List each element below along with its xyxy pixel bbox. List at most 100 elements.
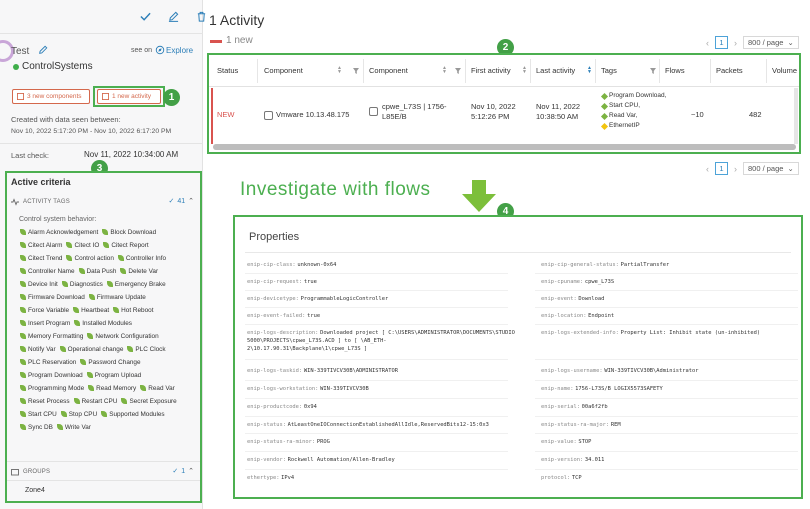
filter-icon[interactable]	[353, 68, 359, 74]
row-divider	[535, 273, 798, 274]
scrollbar-thumb[interactable]	[213, 144, 796, 150]
sort-icon[interactable]: ▲ ▼	[442, 66, 447, 75]
criteria-tag: Diagnostics	[61, 279, 103, 289]
explore-icon[interactable]	[155, 45, 165, 55]
groups-count-value: 1	[181, 467, 186, 475]
property-value: true	[307, 313, 321, 319]
row-flows: ~10	[691, 110, 704, 119]
criteria-tag: Memory Formatting	[20, 331, 83, 341]
tag-label: Installed Modules	[82, 319, 132, 327]
property-value: 5000\PROJECTS\cpwe_L73S.ACD ] to [ \AB_E…	[247, 338, 387, 344]
leaf-icon	[20, 255, 26, 261]
property-key: enip-logs-username:	[541, 368, 603, 374]
page-size-select[interactable]: 800 / page ⌄	[743, 162, 799, 175]
tag-label: Heartbeat	[81, 306, 110, 314]
leaf-icon	[88, 385, 95, 391]
sort-icon[interactable]: ▲ ▼	[522, 66, 527, 75]
row-divider	[535, 469, 798, 470]
sort-icon[interactable]: ▲ ▼	[337, 66, 342, 75]
col-component-2[interactable]: Component	[369, 66, 408, 75]
row-component-2[interactable]: cpwe_L73S | 1756- L85E/B	[369, 102, 447, 122]
arrow-down-icon	[462, 180, 496, 212]
property-row: enip-version: 34.011	[541, 456, 604, 464]
sort-icon[interactable]: ▲ ▼	[587, 66, 592, 75]
trash-icon[interactable]	[194, 9, 208, 23]
property-row: 5000\PROJECTS\cpwe_L73S.ACD ] to [ \AB_E…	[247, 337, 387, 345]
col-last-activity[interactable]: Last activity	[536, 66, 575, 75]
property-value: 1756-L73S/B LOGIX5573SAFETY	[575, 386, 663, 392]
property-value: 34.011	[584, 457, 605, 463]
row-divider	[535, 359, 798, 360]
activity-tags-header[interactable]: ACTIVITY TAGS	[11, 198, 70, 206]
criteria-tag: Citect Report	[103, 240, 149, 250]
row-divider	[245, 273, 508, 274]
criteria-tag: Citect IO	[66, 240, 99, 250]
row-tags: Program Download, Start CPU, Read Var, Ethe…	[600, 91, 666, 131]
col-component-1[interactable]: Component	[264, 66, 303, 75]
tag-label: Program Upload	[94, 371, 142, 379]
tag-label: PLC Clock	[135, 345, 166, 353]
page-size-select[interactable]: 800 / page ⌄	[743, 36, 799, 49]
tag-label: Controller Info	[125, 254, 167, 262]
component-icon	[17, 93, 24, 100]
page-number[interactable]: 1	[715, 162, 728, 175]
activity-tags-count[interactable]: ✓ 41 ⌃	[168, 197, 194, 206]
filter-icon[interactable]	[455, 68, 461, 74]
tag-label: Firmware Update	[96, 293, 146, 301]
activity-table: Status Component ▲ ▼ Component ▲ ▼ First a…	[207, 53, 801, 154]
row-last-activity: Nov 11, 2022 10:38:50 AM	[536, 102, 580, 122]
page-number[interactable]: 1	[715, 36, 728, 49]
col-label: Packets	[716, 66, 743, 75]
tag-label: Program Download	[28, 371, 83, 379]
property-row: enip-event-failed: true	[247, 312, 320, 320]
criteria-tag: Read Memory	[88, 383, 136, 393]
col-volume[interactable]: Volume	[772, 66, 797, 75]
criteria-tag: Citect Trend	[20, 253, 62, 263]
edit-icon[interactable]	[166, 9, 180, 23]
prev-page-icon[interactable]: ‹	[706, 38, 709, 48]
prev-page-icon[interactable]: ‹	[706, 164, 709, 174]
leaf-icon	[73, 398, 80, 404]
next-page-icon[interactable]: ›	[734, 164, 737, 174]
col-label: Flows	[665, 66, 685, 75]
groups-header[interactable]: GROUPS	[11, 468, 50, 476]
leaf-icon	[61, 281, 68, 287]
property-value: TCP	[571, 475, 582, 481]
chevron-up-icon: ⌃	[188, 468, 194, 475]
vertical-scrollbar[interactable]	[794, 88, 798, 144]
col-status[interactable]: Status	[217, 66, 238, 75]
callout-badge-1: 1	[163, 89, 180, 106]
col-flows[interactable]: Flows	[665, 66, 685, 75]
col-first-activity[interactable]: First activity	[471, 66, 511, 75]
leaf-icon	[60, 411, 67, 417]
col-packets[interactable]: Packets	[716, 66, 743, 75]
groups-count[interactable]: ✓ 1 ⌃	[172, 467, 194, 476]
next-page-icon[interactable]: ›	[734, 38, 737, 48]
tag-label: Hot Reboot	[121, 306, 154, 314]
created-label: Created with data seen between:	[11, 115, 121, 124]
property-value: 00a6f2fb	[581, 404, 608, 410]
pencil-icon[interactable]	[38, 45, 48, 55]
new-components-chip[interactable]: 3 new components	[12, 89, 90, 104]
property-key: enip-productcode:	[247, 404, 303, 410]
check-icon[interactable]	[138, 9, 152, 23]
property-value: 0x94	[303, 404, 317, 410]
divider	[0, 143, 203, 144]
date-line: Nov 10, 2022	[471, 102, 516, 111]
filter-icon[interactable]	[650, 68, 656, 74]
row-divider	[245, 398, 508, 399]
groups-label: GROUPS	[23, 469, 51, 475]
col-tags[interactable]: Tags	[601, 66, 617, 75]
tag-label: Read Var,	[609, 112, 638, 119]
tag-label: Start CPU	[28, 410, 57, 418]
criteria-tag: PLC Clock	[127, 344, 166, 354]
col-label: Tags	[601, 66, 617, 75]
property-key: enip-serial:	[541, 404, 580, 410]
property-row: enip-logs-workstation: WIN-339TIVCV30B	[247, 385, 369, 393]
row-component-1[interactable]: Vmware 10.13.48.175	[264, 110, 349, 120]
leaf-icon	[20, 398, 26, 404]
property-value: WIN-339TIVCV30B\ADMINISTRATOR	[303, 368, 399, 374]
tag-label: Control action	[74, 254, 114, 262]
explore-link[interactable]: Explore	[166, 46, 193, 55]
time-line: 10:38:50 AM	[536, 112, 579, 121]
